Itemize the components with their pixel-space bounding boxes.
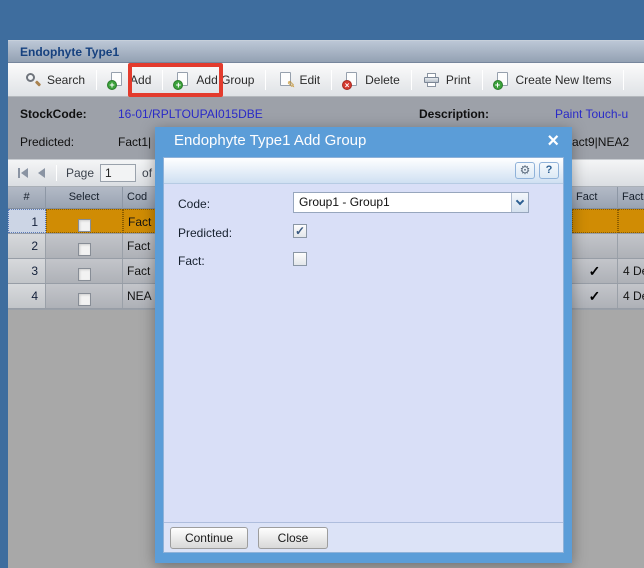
add-group-button-label: Add Group: [196, 73, 254, 87]
dialog-header[interactable]: Endophyte Type1 Add Group ×: [155, 127, 572, 157]
predicted-label: Predicted:: [20, 135, 74, 149]
dialog-title: Endophyte Type1 Add Group: [174, 132, 366, 149]
row-number: 4: [8, 284, 46, 308]
code-label: Code:: [178, 197, 210, 211]
row-select-checkbox[interactable]: [78, 293, 91, 306]
row-select-checkbox[interactable]: [78, 219, 91, 232]
close-button[interactable]: Close: [258, 527, 328, 549]
toolbar: Search + Add + Add Group ✎ Edit × Delete…: [8, 63, 644, 97]
row-fact2-cell: 4 De: [618, 259, 644, 283]
code-dropdown[interactable]: Group1 - Group1: [293, 192, 529, 213]
print-button[interactable]: Print: [414, 67, 480, 93]
column-header-num[interactable]: #: [8, 187, 46, 209]
predicted-checkbox-label: Predicted:: [178, 226, 232, 240]
add-group-button[interactable]: + Add Group: [165, 67, 263, 93]
predicted-checkbox[interactable]: ✓: [293, 224, 307, 238]
add-button[interactable]: + Add: [99, 67, 160, 93]
delete-button-label: Delete: [365, 73, 400, 87]
continue-button[interactable]: Continue: [170, 527, 248, 549]
row-select-cell: [46, 234, 123, 258]
previous-page-icon[interactable]: [36, 166, 47, 180]
toolbar-separator: [96, 70, 97, 90]
row-number: 1: [8, 209, 46, 233]
dialog-footer: Continue Close: [164, 522, 563, 552]
row-select-cell: [46, 259, 123, 283]
predicted-value-right: act9|NEA2: [572, 135, 629, 149]
row-fact2-cell: 4 De: [618, 284, 644, 308]
first-page-icon[interactable]: [16, 166, 30, 180]
toolbar-separator: [482, 70, 483, 90]
row-fact2-cell: [618, 234, 644, 258]
row-select-cell: [46, 209, 123, 233]
row-fact-checkmark: ✓: [572, 284, 618, 308]
delete-button[interactable]: × Delete: [334, 67, 409, 93]
column-header-select[interactable]: Select: [46, 187, 123, 209]
row-fact-cell: [572, 209, 618, 233]
search-button-label: Search: [47, 73, 85, 87]
row-select-cell: [46, 284, 123, 308]
row-fact-checkmark: ✓: [572, 259, 618, 283]
add-group-icon: +: [174, 72, 190, 88]
help-icon[interactable]: ?: [539, 162, 559, 179]
add-button-label: Add: [130, 73, 151, 87]
fact-checkbox-label: Fact:: [178, 254, 205, 268]
pagination-separator: [56, 165, 57, 181]
row-number: 3: [8, 259, 46, 283]
row-select-checkbox[interactable]: [78, 268, 91, 281]
row-select-checkbox[interactable]: [78, 243, 91, 256]
window-title: Endophyte Type1: [8, 41, 644, 63]
add-group-dialog: Endophyte Type1 Add Group × ⚙ ? Code: Gr…: [155, 127, 572, 563]
toolbar-separator: [162, 70, 163, 90]
toolbar-separator: [331, 70, 332, 90]
delete-icon: ×: [343, 72, 359, 88]
column-header-fact[interactable]: Fact: [572, 187, 618, 209]
search-icon: [25, 72, 41, 88]
predicted-value-left: Fact1|: [118, 135, 151, 149]
column-header-fact2[interactable]: Fact: [618, 187, 644, 209]
print-icon: [423, 72, 440, 88]
close-icon[interactable]: ×: [547, 129, 559, 153]
dialog-body: ⚙ ? Code: Group1 - Group1 Predicted: ✓ F…: [163, 157, 564, 553]
chevron-down-icon[interactable]: [511, 193, 528, 212]
description-value[interactable]: Paint Touch-u: [555, 107, 628, 121]
code-dropdown-value: Group1 - Group1: [294, 193, 511, 212]
edit-icon: ✎: [277, 72, 293, 88]
gear-icon[interactable]: ⚙: [515, 162, 535, 179]
create-new-items-button-label: Create New Items: [516, 73, 612, 87]
create-new-items-icon: +: [494, 72, 510, 88]
fact-checkbox[interactable]: [293, 252, 307, 266]
page-label: Page: [66, 166, 94, 180]
search-button[interactable]: Search: [16, 67, 94, 93]
create-new-items-button[interactable]: + Create New Items: [485, 67, 621, 93]
row-fact2-cell: [618, 209, 644, 233]
row-fact-cell: [572, 234, 618, 258]
stock-code-label: StockCode:: [20, 107, 87, 121]
toolbar-separator: [411, 70, 412, 90]
edit-button-label: Edit: [299, 73, 320, 87]
print-button-label: Print: [446, 73, 471, 87]
description-label: Description:: [419, 107, 489, 121]
add-icon: +: [108, 72, 124, 88]
row-number: 2: [8, 234, 46, 258]
stock-code-value[interactable]: 16-01/RPLTOUPAI015DBE: [118, 107, 263, 121]
dialog-toolbar: ⚙ ?: [164, 158, 563, 184]
toolbar-separator: [623, 70, 624, 90]
toolbar-separator: [265, 70, 266, 90]
page-number-input[interactable]: [100, 164, 136, 182]
edit-button[interactable]: ✎ Edit: [268, 67, 329, 93]
